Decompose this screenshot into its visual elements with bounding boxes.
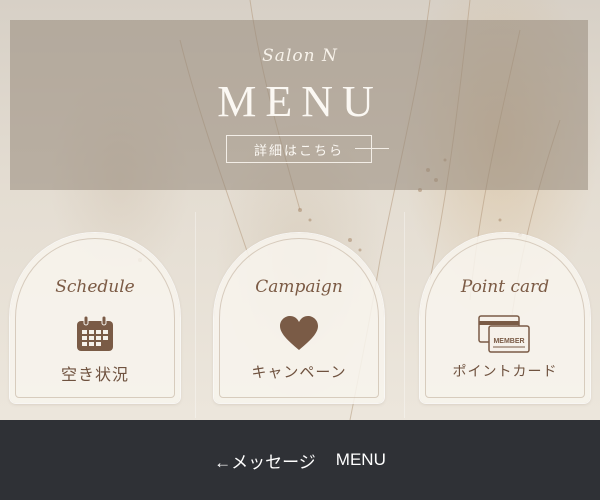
point-card-card[interactable]: Point card MEMBER ポイントカード [420,233,590,403]
page-title: MENU [217,77,383,126]
footer-bar: ←メッセージ MENU [0,420,600,500]
card-label: 空き状況 [60,365,129,384]
member-card-text: MEMBER [493,338,524,345]
schedule-card[interactable]: Schedule 空き状況 [10,233,180,403]
column-divider [404,212,405,418]
card-label: キャンペーン [251,363,347,381]
details-arrow-line [355,148,389,149]
heart-icon [214,313,384,355]
card-script-title: Point card [460,277,550,297]
details-button[interactable]: 詳細はこちら [226,135,372,163]
member-card-icon: MEMBER [420,313,590,355]
calendar-icon [10,313,180,355]
card-script-title: Schedule [55,277,135,297]
campaign-card[interactable]: Campaign キャンペーン [214,233,384,403]
column-divider [195,212,196,418]
card-label: ポイントカード [452,364,558,380]
footer-menu-label: MENU [335,450,386,469]
back-to-message-link[interactable]: ←メッセージ [214,448,316,473]
card-script-title: Campaign [255,277,343,297]
brand-logo: Salon N [262,46,338,66]
